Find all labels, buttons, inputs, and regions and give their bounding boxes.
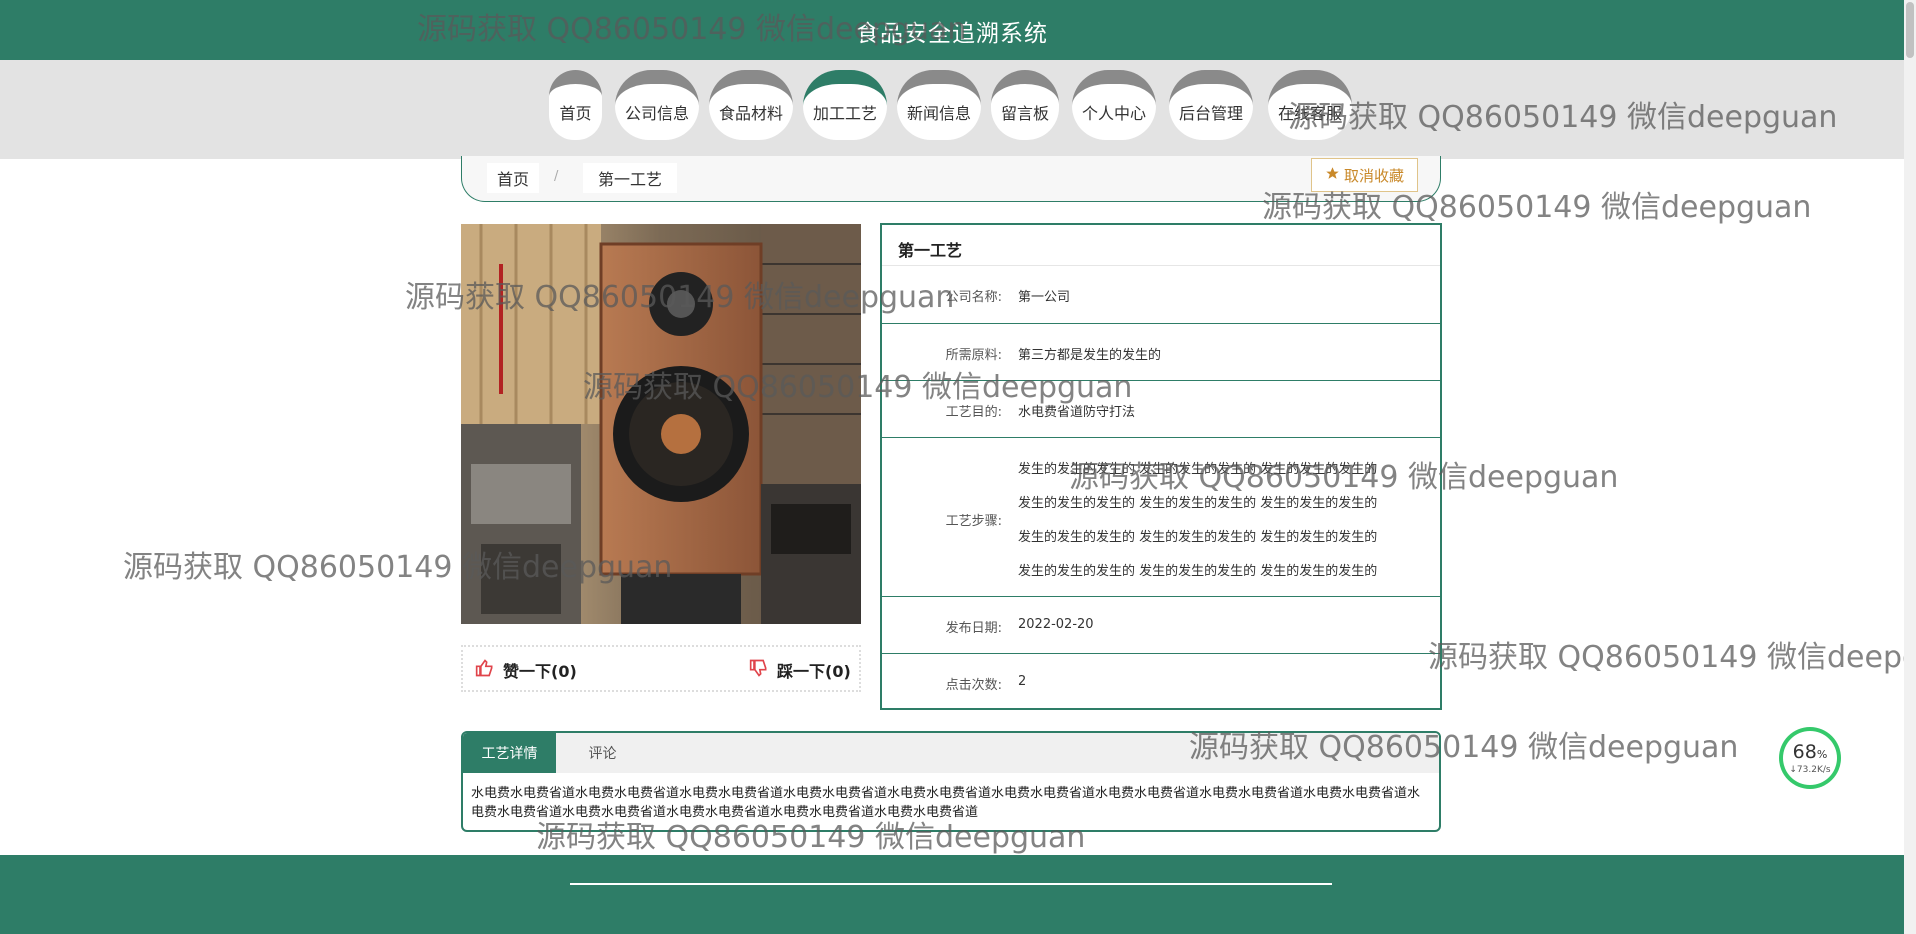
breadcrumb: 首页 / 第一工艺 xyxy=(461,156,1441,202)
steps-line: 发生的发生的发生的 发生的发生的发生的 发生的发生的发生的 xyxy=(1018,496,1378,511)
like-label: 赞一下(0) xyxy=(503,662,577,681)
nav-item-food-materials[interactable]: 食品材料 xyxy=(709,70,793,140)
field-label: 工艺步骤: xyxy=(945,514,1002,529)
tab-content: 水电费水电费省道水电费水电费省道水电费水电费省道水电费水电费省道水电费水电费省道… xyxy=(471,786,1421,820)
like-button[interactable]: 赞一下(0) xyxy=(475,658,577,682)
footer-divider xyxy=(570,883,1332,885)
speed-rate: ↓73.2K/s xyxy=(1789,764,1831,775)
nav-item-news[interactable]: 新闻信息 xyxy=(897,70,981,140)
watermark: 源码获取 QQ86050149 微信deepguan xyxy=(1428,640,1904,675)
page-scrollbar[interactable] xyxy=(1904,0,1916,934)
unfavorite-button[interactable]: 取消收藏 xyxy=(1311,158,1418,192)
detail-tabs: 工艺详情 评论 水电费水电费省道水电费水电费省道水电费水电费省道水电费水电费省道… xyxy=(461,731,1441,832)
vote-bar: 赞一下(0) 踩一下(0) xyxy=(461,645,861,692)
field-click-count: 点击次数: 2 xyxy=(882,654,1440,708)
tab-process-detail[interactable]: 工艺详情 xyxy=(463,733,556,773)
tab-comments[interactable]: 评论 xyxy=(556,733,649,773)
star-icon xyxy=(1325,166,1340,185)
field-value: 2 xyxy=(1018,674,1027,689)
thumbs-up-icon xyxy=(475,658,495,682)
dislike-label: 踩一下(0) xyxy=(777,662,851,681)
field-label: 所需原料: xyxy=(945,348,1002,363)
field-value: 水电费省道防守打法 xyxy=(1018,405,1136,420)
breadcrumb-current: 第一工艺 xyxy=(583,163,677,193)
field-value: 第三方都是发生的发生的 xyxy=(1018,348,1162,363)
field-value: 第一公司 xyxy=(1018,290,1071,305)
tab-bar: 工艺详情 评论 xyxy=(463,733,1439,773)
nav-item-message-board[interactable]: 留言板 xyxy=(991,70,1059,140)
dislike-button[interactable]: 踩一下(0) xyxy=(749,658,851,682)
product-image xyxy=(461,224,861,624)
field-steps: 工艺步骤: 发生的发生的发生的 发生的发生的发生的 发生的发生的发生的 发生的发… xyxy=(882,438,1440,597)
speed-percent: 68% xyxy=(1792,740,1828,763)
steps-line: 发生的发生的发生的 发生的发生的发生的 发生的发生的发生的 xyxy=(1018,530,1378,545)
field-materials: 所需原料: 第三方都是发生的发生的 xyxy=(882,324,1440,381)
footer xyxy=(0,855,1904,934)
detail-title: 第一工艺 xyxy=(898,241,963,260)
breadcrumb-home[interactable]: 首页 xyxy=(487,163,539,193)
field-value: 2022-02-20 xyxy=(1018,617,1094,632)
field-label: 发布日期: xyxy=(945,621,1002,636)
scrollbar-thumb[interactable] xyxy=(1906,2,1914,58)
field-label: 公司名称: xyxy=(945,290,1002,305)
breadcrumb-separator: / xyxy=(554,169,559,184)
unfavorite-label: 取消收藏 xyxy=(1343,166,1404,185)
nav-item-processing[interactable]: 加工工艺 xyxy=(803,70,887,140)
site-title: 食品安全追溯系统 xyxy=(856,21,1048,47)
nav-item-company-info[interactable]: 公司信息 xyxy=(615,70,699,140)
network-speed-widget[interactable]: 68% ↓73.2K/s xyxy=(1779,727,1841,789)
steps-line: 发生的发生的发生的 发生的发生的发生的 发生的发生的发生的 xyxy=(1018,564,1378,579)
detail-panel: 第一工艺 公司名称: 第一公司 所需原料: 第三方都是发生的发生的 工艺目的: … xyxy=(880,223,1442,710)
nav-item-online-service[interactable]: 在线客服 xyxy=(1268,70,1352,140)
field-label: 工艺目的: xyxy=(945,405,1002,420)
nav-item-personal-center[interactable]: 个人中心 xyxy=(1072,70,1156,140)
field-purpose: 工艺目的: 水电费省道防守打法 xyxy=(882,381,1440,438)
field-label: 点击次数: xyxy=(945,678,1002,693)
nav-item-admin[interactable]: 后台管理 xyxy=(1169,70,1253,140)
top-header-bar: 食品安全追溯系统 xyxy=(0,0,1904,60)
field-company: 公司名称: 第一公司 xyxy=(882,266,1440,324)
nav-item-home[interactable]: 首页 xyxy=(549,70,602,140)
thumbs-down-icon xyxy=(749,658,769,682)
field-publish-date: 发布日期: 2022-02-20 xyxy=(882,597,1440,654)
steps-line: 发生的发生的发生的 发生的发生的发生的 发生的发生的发生的 xyxy=(1018,462,1378,477)
